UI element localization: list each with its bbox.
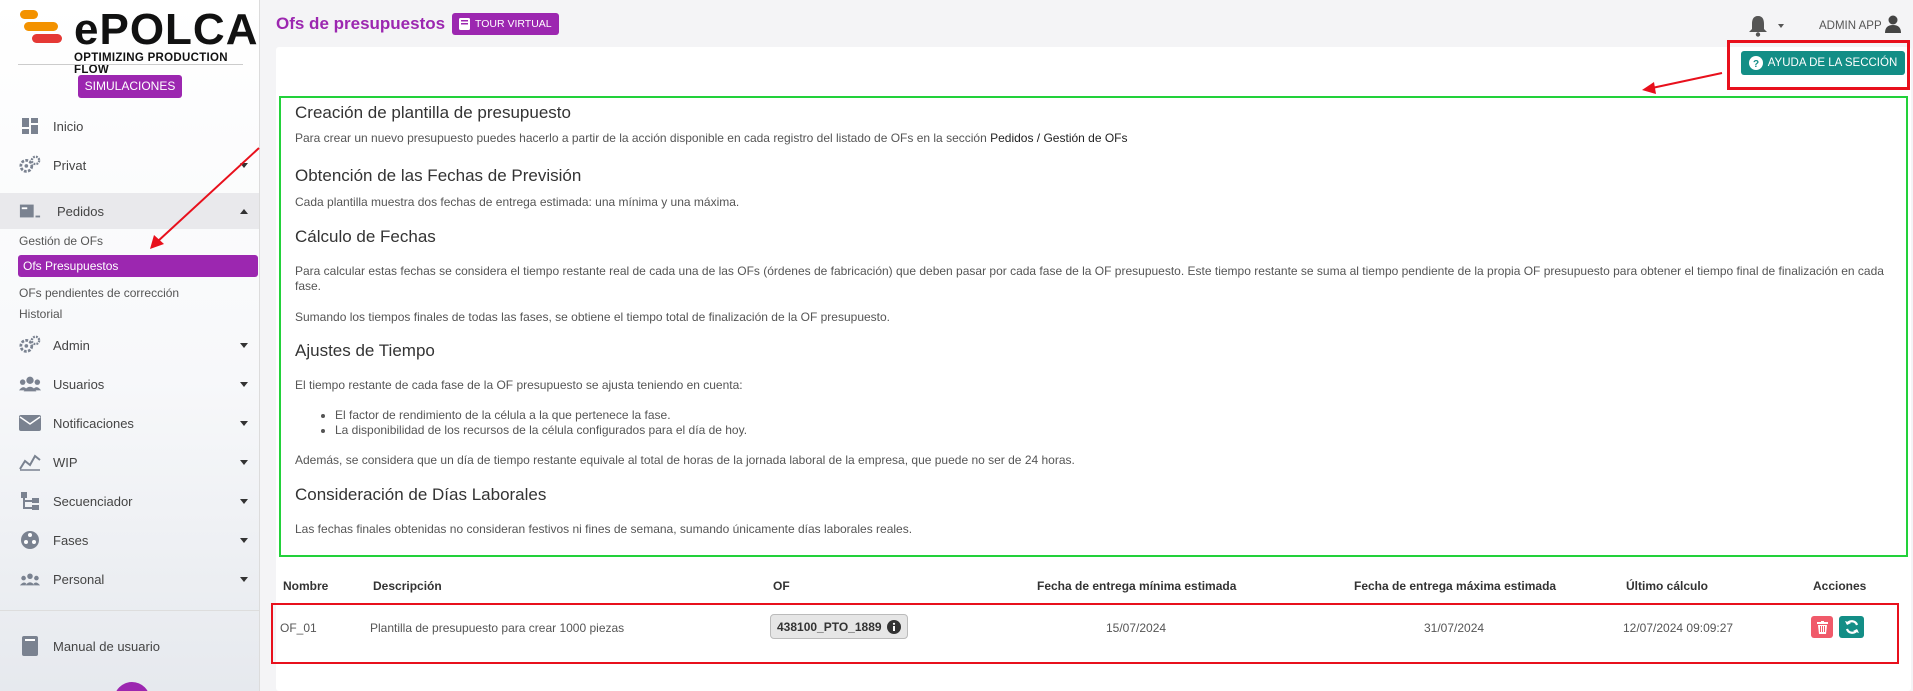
- logo-divider: [18, 64, 243, 65]
- sidebar-item-label: Fases: [53, 532, 89, 548]
- column-header-ultimo-calculo[interactable]: Último cálculo: [1626, 579, 1708, 593]
- manual-de-usuario-link[interactable]: Manual de usuario: [0, 630, 259, 664]
- trash-icon: [1816, 620, 1828, 634]
- help-heading-creacion: Creación de plantilla de presupuesto: [295, 103, 571, 122]
- simulaciones-button[interactable]: SIMULACIONES: [78, 75, 182, 98]
- chevron-down-icon: [240, 162, 248, 168]
- sidebar-subitem-historial[interactable]: Historial: [19, 307, 62, 321]
- sidebar-item-personal[interactable]: Personal: [0, 562, 259, 596]
- sidebar-item-label: Privat: [53, 157, 87, 173]
- column-header-fecha-min[interactable]: Fecha de entrega mínima estimada: [1037, 579, 1236, 593]
- cogs-icon: [19, 334, 41, 356]
- sidebar-item-wip[interactable]: WIP: [0, 445, 259, 479]
- sidebar-item-label: Pedidos: [57, 203, 104, 219]
- help-list: El factor de rendimiento de la célula a …: [335, 408, 747, 438]
- help-paragraph: El tiempo restante de cada fase de la OF…: [295, 378, 743, 392]
- chevron-down-icon: [240, 576, 248, 582]
- help-paragraph: Para calcular estas fechas se considera …: [295, 264, 1884, 293]
- recalculate-button[interactable]: [1839, 616, 1864, 638]
- column-header-of[interactable]: OF: [773, 579, 790, 593]
- sidebar: ePOLCA OPTIMIZING PRODUCTION FLOW SIMULA…: [0, 0, 260, 691]
- users-icon: [19, 373, 41, 395]
- sidebar-item-pedidos[interactable]: Pedidos: [0, 193, 259, 229]
- help-paragraph: Cada plantilla muestra dos fechas de ent…: [295, 195, 740, 209]
- chevron-down-icon: [240, 381, 248, 387]
- chat-bubble-button[interactable]: [114, 682, 150, 691]
- book-icon: [459, 18, 470, 30]
- personal-icon: [19, 568, 41, 590]
- user-icon[interactable]: [1885, 15, 1901, 38]
- sidebar-subitem-gestion-ofs[interactable]: Gestión de OFs: [19, 234, 103, 248]
- tour-virtual-button[interactable]: TOUR VIRTUAL: [452, 13, 559, 35]
- epolca-logo[interactable]: ePOLCA OPTIMIZING PRODUCTION FLOW: [18, 6, 257, 76]
- chevron-down-icon: [240, 420, 248, 426]
- chevron-down-icon: [240, 498, 248, 504]
- sidebar-item-fases[interactable]: Fases: [0, 523, 259, 557]
- help-panel: Creación de plantilla de presupuesto Par…: [279, 96, 1908, 557]
- page-title: Ofs de presupuestos: [276, 14, 446, 33]
- help-list-item: La disponibilidad de los recursos de la …: [335, 423, 747, 438]
- sidebar-item-inicio[interactable]: Inicio: [0, 109, 259, 143]
- refresh-icon: [1844, 620, 1859, 634]
- cell-fecha-max: 31/07/2024: [1424, 621, 1485, 635]
- sidebar-item-usuarios[interactable]: Usuarios: [0, 367, 259, 401]
- sidebar-item-label: WIP: [53, 454, 78, 470]
- sidebar-item-label: Admin: [53, 337, 90, 353]
- column-header-fecha-max[interactable]: Fecha de entrega máxima estimada: [1354, 579, 1556, 593]
- logo-name: ePOLCA: [74, 5, 259, 54]
- chevron-up-icon: [240, 208, 248, 214]
- sidebar-item-label: Personal: [53, 571, 105, 587]
- cell-fecha-min: 15/07/2024: [1106, 621, 1167, 635]
- chevron-down-icon: [240, 459, 248, 465]
- fases-icon: [19, 529, 41, 551]
- sidebar-subitem-ofs-pendientes[interactable]: OFs pendientes de corrección: [19, 286, 179, 300]
- sidebar-separator: [0, 610, 259, 611]
- user-name[interactable]: ADMIN APP: [1819, 20, 1882, 32]
- pedidos-gestion-link[interactable]: Pedidos / Gestión de OFs: [990, 131, 1127, 145]
- info-circle-icon[interactable]: [886, 619, 901, 634]
- sidebar-item-secuenciador[interactable]: Secuenciador: [0, 484, 259, 518]
- sidebar-item-label: Usuarios: [53, 376, 105, 392]
- orders-icon: [19, 200, 41, 222]
- sitemap-icon: [19, 490, 41, 512]
- sidebar-item-privat[interactable]: Privat: [0, 148, 259, 182]
- of-badge-label: 438100_PTO_1889: [777, 619, 882, 634]
- sidebar-subitem-ofs-presupuestos[interactable]: Ofs Presupuestos: [18, 255, 258, 277]
- delete-button[interactable]: [1811, 616, 1833, 638]
- help-heading-calculo: Cálculo de Fechas: [295, 227, 436, 246]
- help-paragraph: Para crear un nuevo presupuesto puedes h…: [295, 131, 1128, 145]
- dashboard-icon: [19, 115, 41, 137]
- of-badge[interactable]: 438100_PTO_1889: [770, 614, 908, 639]
- sidebar-item-label: Inicio: [53, 118, 84, 134]
- chart-icon: [19, 451, 41, 473]
- help-heading-ajustes: Ajustes de Tiempo: [295, 341, 435, 360]
- logo-mark-icon: [18, 10, 78, 54]
- help-paragraph: Además, se considera que un día de tiemp…: [295, 453, 1075, 467]
- cell-nombre: OF_01: [280, 621, 317, 635]
- envelope-icon: [19, 412, 41, 434]
- column-header-acciones: Acciones: [1813, 579, 1867, 593]
- cell-descripcion: Plantilla de presupuesto para crear 1000…: [370, 621, 625, 635]
- cell-ultimo-calculo: 12/07/2024 09:09:27: [1623, 621, 1734, 635]
- help-heading-dias: Consideración de Días Laborales: [295, 485, 547, 504]
- sidebar-item-label: Secuenciador: [53, 493, 133, 509]
- tour-virtual-label: TOUR VIRTUAL: [475, 18, 552, 30]
- help-list-item: El factor de rendimiento de la célula a …: [335, 408, 747, 423]
- help-paragraph: Sumando los tiempos finales de todas las…: [295, 310, 891, 324]
- chevron-down-icon: [240, 342, 248, 348]
- bell-icon[interactable]: [1748, 15, 1768, 42]
- sidebar-item-label: Notificaciones: [53, 415, 134, 431]
- sidebar-item-admin[interactable]: Admin: [0, 328, 259, 362]
- help-button-highlight: [1727, 40, 1910, 90]
- help-paragraph: Las fechas finales obtenidas no consider…: [295, 522, 913, 536]
- book-icon: [20, 635, 40, 660]
- cogs-icon: [19, 154, 41, 176]
- manual-label: Manual de usuario: [53, 639, 160, 654]
- notifications-dropdown-caret-icon[interactable]: [1778, 24, 1784, 28]
- column-header-nombre[interactable]: Nombre: [283, 579, 328, 593]
- sidebar-item-notificaciones[interactable]: Notificaciones: [0, 406, 259, 440]
- chevron-down-icon: [240, 537, 248, 543]
- help-heading-obtencion: Obtención de las Fechas de Previsión: [295, 166, 582, 185]
- column-header-descripcion[interactable]: Descripción: [373, 579, 442, 593]
